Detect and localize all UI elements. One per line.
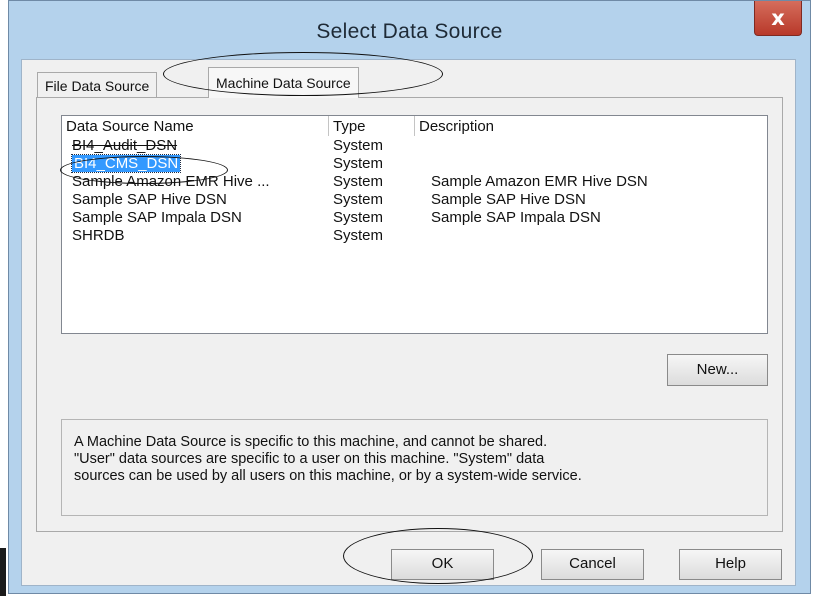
help-button[interactable]: Help [679, 549, 782, 580]
list-item-type: System [333, 173, 384, 190]
list-item[interactable]: Sample SAP Impala DSN System Sample SAP … [62, 209, 767, 227]
machine-data-source-panel: Data Source Name Type Description BI4_Au… [36, 97, 783, 532]
data-source-list[interactable]: Data Source Name Type Description BI4_Au… [61, 115, 768, 334]
tab-machine-data-source[interactable]: Machine Data Source [208, 67, 359, 98]
dialog-client-area: File Data Source Machine Data Source Dat… [21, 59, 796, 586]
desktop-edge-dark [0, 548, 6, 596]
list-item-description: Sample SAP Hive DSN [431, 191, 586, 208]
list-item-name: SHRDB [72, 227, 125, 244]
list-item[interactable]: SHRDB System [62, 227, 767, 245]
ok-button[interactable]: OK [391, 549, 494, 580]
description-line: A Machine Data Source is specific to thi… [74, 434, 548, 450]
list-item-name: Sample SAP Hive DSN [72, 191, 227, 208]
list-item-type: System [333, 155, 384, 172]
list-item-selected[interactable]: BI4_CMS_DSN System [62, 154, 767, 173]
list-header: Data Source Name Type Description [62, 116, 767, 138]
close-button[interactable]: x [754, 1, 802, 36]
list-item[interactable]: BI4_Audit_DSN System [62, 137, 767, 155]
list-item-name: BI4_CMS_DSN [70, 154, 182, 173]
list-item-name: Sample SAP Impala DSN [72, 209, 242, 226]
list-item-type: System [333, 227, 384, 244]
new-button[interactable]: New... [667, 354, 768, 386]
column-header-name[interactable]: Data Source Name [62, 116, 329, 136]
column-header-type[interactable]: Type [329, 116, 415, 136]
list-item-name: BI4_Audit_DSN [72, 137, 178, 154]
desktop-edge [0, 0, 6, 596]
close-icon: x [771, 6, 785, 30]
tab-file-data-source[interactable]: File Data Source [37, 72, 158, 98]
window-title: Select Data Source [316, 20, 503, 43]
description-line: "User" data sources are specific to a us… [74, 451, 545, 467]
list-item-type: System [333, 191, 384, 208]
cancel-button[interactable]: Cancel [541, 549, 644, 580]
select-data-source-dialog: Select Data Source x File Data Source Ma… [8, 0, 811, 594]
title-bar[interactable]: Select Data Source x [9, 1, 810, 59]
list-item-name: Sample Amazon EMR Hive ... [72, 173, 270, 190]
list-item[interactable]: Sample Amazon EMR Hive ... System Sample… [62, 173, 767, 191]
list-item-description: Sample Amazon EMR Hive DSN [431, 173, 648, 190]
list-item-description: Sample SAP Impala DSN [431, 209, 601, 226]
selected-item-highlight: BI4_CMS_DSN [70, 154, 182, 173]
list-item-type: System [333, 209, 384, 226]
description-box: A Machine Data Source is specific to thi… [61, 419, 768, 516]
list-item[interactable]: Sample SAP Hive DSN System Sample SAP Hi… [62, 191, 767, 209]
column-header-description[interactable]: Description [415, 116, 769, 136]
description-line: sources can be used by all users on this… [74, 468, 582, 484]
list-item-type: System [333, 137, 384, 154]
